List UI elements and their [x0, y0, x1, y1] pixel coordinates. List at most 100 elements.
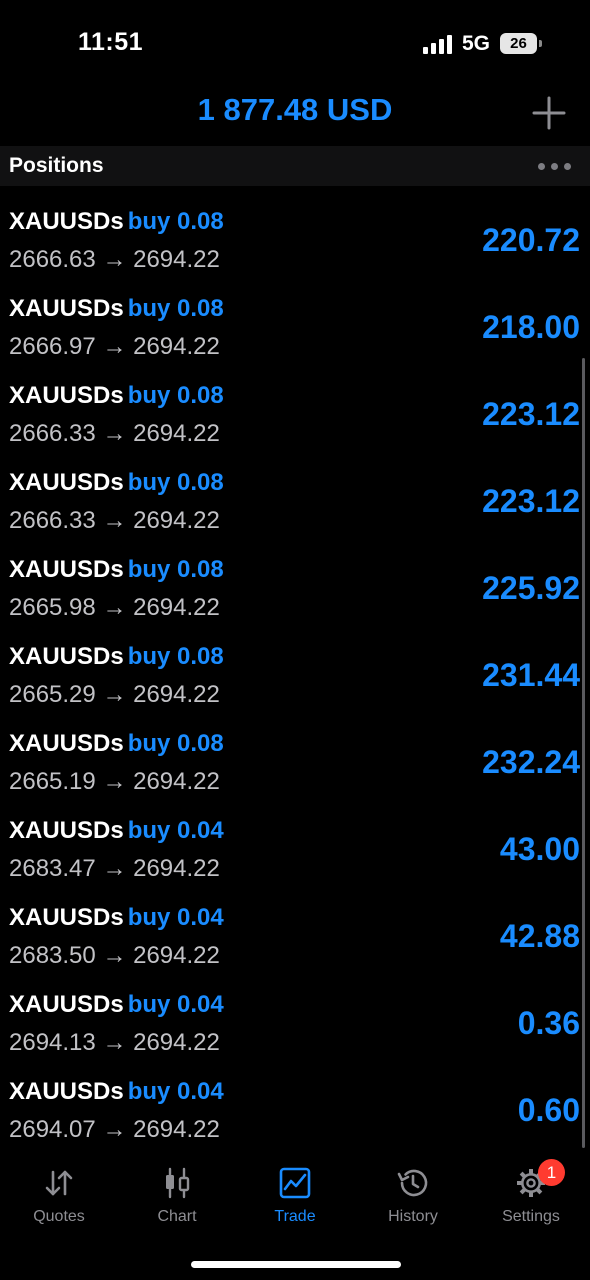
- position-symbol: XAUUSDs: [9, 991, 124, 1018]
- position-prices: 2683.47 → 2694.22: [9, 855, 220, 883]
- arrow-right-icon: →: [102, 507, 127, 534]
- arrow-right-icon: →: [102, 594, 127, 621]
- position-row[interactable]: XAUUSDs buy 0.08 2665.98 → 2694.22 225.92: [0, 544, 590, 631]
- position-prices: 2666.33 → 2694.22: [9, 420, 220, 448]
- current-price: 2694.22: [133, 1116, 220, 1143]
- tab-label: Settings: [502, 1208, 560, 1225]
- position-symbol-line: XAUUSDs buy 0.08: [9, 730, 224, 758]
- account-balance: 1 877.48 USD: [197, 92, 393, 127]
- battery-level: 26: [500, 33, 537, 54]
- quotes-icon: [45, 1170, 73, 1196]
- current-price: 2694.22: [133, 768, 220, 795]
- current-price: 2694.22: [133, 855, 220, 882]
- tab-label: Quotes: [33, 1208, 85, 1225]
- position-row[interactable]: XAUUSDs buy 0.04 2694.07 → 2694.22 0.60: [0, 1066, 590, 1153]
- position-side-volume: buy 0.08: [127, 556, 224, 583]
- position-profit: 223.12: [482, 396, 580, 432]
- tab-history[interactable]: History: [354, 1158, 472, 1240]
- position-prices: 2683.50 → 2694.22: [9, 942, 220, 970]
- position-row[interactable]: XAUUSDs buy 0.04 2683.50 → 2694.22 42.88: [0, 892, 590, 979]
- more-options-button[interactable]: [536, 156, 574, 176]
- open-price: 2694.13: [9, 1029, 96, 1056]
- position-symbol: XAUUSDs: [9, 817, 124, 844]
- position-row[interactable]: XAUUSDs buy 0.08 2666.97 → 2694.22 218.00: [0, 283, 590, 370]
- tab-label: History: [388, 1208, 438, 1225]
- position-row[interactable]: XAUUSDs buy 0.04 2683.47 → 2694.22 43.00: [0, 805, 590, 892]
- position-symbol: XAUUSDs: [9, 904, 124, 931]
- tab-quotes[interactable]: Quotes: [0, 1158, 118, 1240]
- position-profit: 223.12: [482, 483, 580, 519]
- tab-settings[interactable]: 1 Settings: [472, 1158, 590, 1240]
- position-row[interactable]: XAUUSDs buy 0.08 2665.19 → 2694.22 232.24: [0, 718, 590, 805]
- arrow-right-icon: →: [102, 1116, 127, 1143]
- notification-badge: 1: [538, 1159, 565, 1186]
- positions-list: XAUUSDs buy 0.08 2666.63 → 2694.22 220.72…: [0, 196, 590, 1153]
- open-price: 2683.50: [9, 942, 96, 969]
- position-symbol-line: XAUUSDs buy 0.08: [9, 295, 224, 323]
- position-symbol-line: XAUUSDs buy 0.08: [9, 208, 224, 236]
- position-symbol: XAUUSDs: [9, 730, 124, 757]
- status-time: 11:51: [78, 28, 144, 56]
- current-price: 2694.22: [133, 507, 220, 534]
- open-price: 2666.97: [9, 333, 96, 360]
- position-symbol-line: XAUUSDs buy 0.08: [9, 643, 224, 671]
- arrow-right-icon: →: [102, 1029, 127, 1056]
- open-price: 2665.19: [9, 768, 96, 795]
- battery-cap: [539, 40, 542, 47]
- position-side-volume: buy 0.08: [127, 382, 224, 409]
- arrow-right-icon: →: [102, 420, 127, 447]
- tab-trade[interactable]: Trade: [236, 1158, 354, 1240]
- current-price: 2694.22: [133, 942, 220, 969]
- position-symbol: XAUUSDs: [9, 382, 124, 409]
- trade-icon: [279, 1167, 311, 1199]
- arrow-right-icon: →: [102, 855, 127, 882]
- arrow-right-icon: →: [102, 768, 127, 795]
- position-symbol: XAUUSDs: [9, 208, 124, 235]
- tab-label: Trade: [274, 1208, 316, 1225]
- current-price: 2694.22: [133, 246, 220, 273]
- position-profit: 232.24: [482, 744, 580, 780]
- position-row[interactable]: XAUUSDs buy 0.08 2666.63 → 2694.22 220.72: [0, 196, 590, 283]
- position-symbol-line: XAUUSDs buy 0.08: [9, 382, 224, 410]
- position-prices: 2666.63 → 2694.22: [9, 246, 220, 274]
- position-row[interactable]: XAUUSDs buy 0.08 2666.33 → 2694.22 223.12: [0, 370, 590, 457]
- position-row[interactable]: XAUUSDs buy 0.08 2666.33 → 2694.22 223.12: [0, 457, 590, 544]
- tab-bar: Quotes Chart Trade History 1 Settings: [0, 1158, 590, 1240]
- open-price: 2665.98: [9, 594, 96, 621]
- position-side-volume: buy 0.04: [127, 991, 224, 1018]
- position-symbol-line: XAUUSDs buy 0.08: [9, 469, 224, 497]
- position-row[interactable]: XAUUSDs buy 0.04 2694.13 → 2694.22 0.36: [0, 979, 590, 1066]
- position-symbol-line: XAUUSDs buy 0.04: [9, 991, 224, 1019]
- position-prices: 2665.98 → 2694.22: [9, 594, 220, 622]
- position-prices: 2666.33 → 2694.22: [9, 507, 220, 535]
- current-price: 2694.22: [133, 333, 220, 360]
- position-prices: 2694.13 → 2694.22: [9, 1029, 220, 1057]
- position-side-volume: buy 0.08: [127, 643, 224, 670]
- position-symbol: XAUUSDs: [9, 469, 124, 496]
- position-profit: 231.44: [482, 657, 580, 693]
- position-side-volume: buy 0.08: [127, 208, 224, 235]
- arrow-right-icon: →: [102, 942, 127, 969]
- position-prices: 2665.29 → 2694.22: [9, 681, 220, 709]
- current-price: 2694.22: [133, 594, 220, 621]
- current-price: 2694.22: [133, 420, 220, 447]
- more-dot: [538, 163, 545, 170]
- scrollbar[interactable]: [582, 358, 585, 1148]
- positions-header: Positions: [0, 146, 590, 186]
- position-profit: 220.72: [482, 222, 580, 258]
- add-order-button[interactable]: [530, 94, 568, 132]
- more-dot: [551, 163, 558, 170]
- open-price: 2666.63: [9, 246, 96, 273]
- arrow-right-icon: →: [102, 246, 127, 273]
- open-price: 2665.29: [9, 681, 96, 708]
- home-indicator[interactable]: [191, 1261, 401, 1268]
- current-price: 2694.22: [133, 1029, 220, 1056]
- open-price: 2694.07: [9, 1116, 96, 1143]
- position-row[interactable]: XAUUSDs buy 0.08 2665.29 → 2694.22 231.44: [0, 631, 590, 718]
- position-side-volume: buy 0.04: [127, 817, 224, 844]
- position-side-volume: buy 0.08: [127, 469, 224, 496]
- position-prices: 2666.97 → 2694.22: [9, 333, 220, 361]
- tab-chart[interactable]: Chart: [118, 1158, 236, 1240]
- history-icon: [397, 1169, 428, 1197]
- position-symbol-line: XAUUSDs buy 0.08: [9, 556, 224, 584]
